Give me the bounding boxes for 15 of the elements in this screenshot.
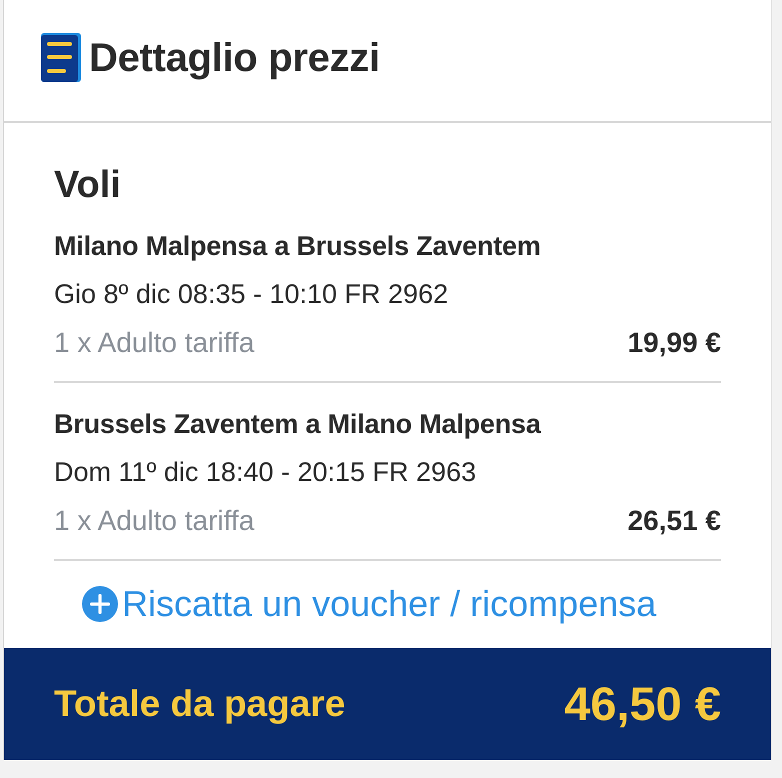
section-title: Voli (54, 163, 122, 208)
flight-details: Dom 11º dic 18:40 - 20:15 FR 2963 (54, 456, 478, 489)
document-list-icon (41, 33, 81, 82)
flight-route: Milano Malpensa a Brussels Zaventem (54, 230, 542, 263)
total-label: Totale da pagare (54, 682, 346, 726)
fare-price: 19,99 € (628, 326, 721, 360)
plus-circle-icon (82, 586, 118, 622)
fare-label: 1 x Adulto tariffa (54, 326, 254, 360)
voucher-link[interactable]: Riscatta un voucher / ricompensa (122, 583, 656, 624)
fare-label: 1 x Adulto tariffa (54, 504, 254, 538)
flight-details: Gio 8º dic 08:35 - 10:10 FR 2962 (54, 278, 450, 311)
fare-price: 26,51 € (628, 504, 721, 538)
flight-route: Brussels Zaventem a Milano Malpensa (54, 408, 542, 441)
total-amount: 46,50 € (564, 676, 721, 732)
panel-title: Dettaglio prezzi (89, 34, 380, 82)
